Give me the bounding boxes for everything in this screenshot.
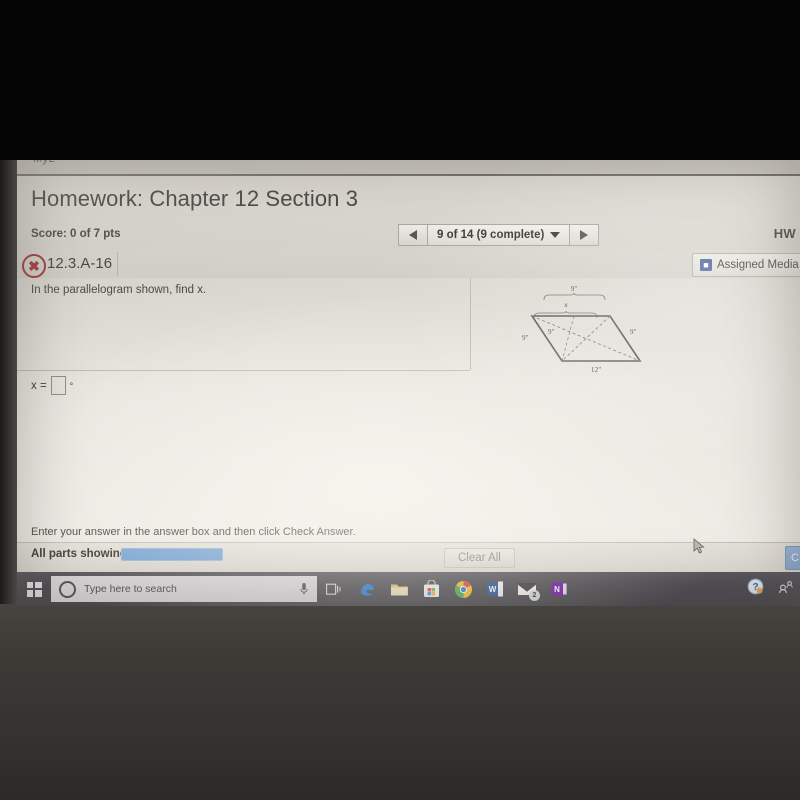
figure-label-interior: 9" — [548, 328, 555, 336]
svg-text:N: N — [554, 585, 560, 594]
help-icon[interactable]: ? — [747, 578, 764, 600]
figure-label-x: x — [563, 300, 568, 309]
figure-label-right: 9" — [630, 328, 637, 336]
microsoft-store-icon[interactable] — [415, 572, 447, 606]
check-answer-button[interactable]: C — [785, 546, 800, 570]
answer-line: x = ° — [31, 376, 73, 395]
parallelogram-svg: 9" x 9" 9" 9" 12" — [522, 285, 642, 374]
chevron-down-icon — [550, 232, 561, 238]
previous-question-button[interactable] — [398, 224, 428, 246]
share-people-icon[interactable] — [778, 580, 794, 599]
all-parts-label: All parts showing — [31, 548, 127, 560]
monitor-bezel-left — [0, 160, 17, 606]
mouse-cursor — [693, 538, 705, 554]
monitor-bezel-bottom — [0, 604, 800, 800]
system-tray: ? — [747, 572, 794, 606]
question-pager: 9 of 14 (9 complete) — [398, 224, 600, 246]
screen-content: MyL Homework: Chapter 12 Section 3 Score… — [17, 160, 800, 606]
answer-input[interactable] — [50, 376, 66, 395]
error-x-icon: ✖ — [22, 254, 46, 278]
edge-icon[interactable] — [351, 572, 383, 606]
hw-label: HW — [773, 226, 796, 241]
chrome-icon[interactable] — [447, 572, 479, 606]
triangle-left-icon — [409, 230, 417, 240]
start-button[interactable] — [17, 572, 51, 606]
horizontal-divider — [17, 370, 470, 371]
divider — [117, 252, 118, 276]
question-position-label: 9 of 14 (9 complete) — [437, 229, 545, 241]
photographed-screen: MyL Homework: Chapter 12 Section 3 Score… — [0, 0, 800, 800]
question-prompt: In the parallelogram shown, find x. — [31, 284, 207, 296]
windows-logo-icon — [26, 581, 42, 597]
instruction-text: Enter your answer in the answer box and … — [31, 526, 356, 538]
microphone-icon[interactable] — [299, 582, 309, 596]
svg-text:W: W — [489, 585, 497, 594]
search-input[interactable]: Type here to search — [84, 583, 291, 595]
search-box[interactable]: Type here to search — [51, 576, 317, 602]
task-view-icon[interactable] — [317, 572, 351, 606]
mail-badge: 2 — [529, 590, 540, 601]
windows-taskbar: Type here to search W 2 N ? — [17, 572, 800, 606]
file-explorer-icon[interactable] — [383, 572, 415, 606]
answer-label: x = — [31, 379, 47, 392]
figure-label-bottom: 12" — [591, 365, 602, 374]
page-title: Homework: Chapter 12 Section 3 — [31, 186, 359, 211]
triangle-right-icon — [580, 230, 589, 240]
figure-label-top: 9" — [571, 285, 578, 293]
diagonal-1 — [531, 315, 641, 362]
media-icon: ■ — [700, 259, 712, 271]
assigned-media-label: Assigned Media — [717, 259, 799, 271]
clear-all-button[interactable]: Clear All — [444, 548, 515, 568]
vertical-divider — [470, 278, 471, 370]
exercise-id-bar — [17, 250, 800, 279]
assigned-media-button[interactable]: ■ Assigned Media — [692, 253, 800, 277]
figure-label-left: 9" — [522, 334, 529, 342]
progress-bar — [121, 548, 223, 561]
diagonal-2 — [561, 315, 611, 362]
exercise-id: 12.3.A-16 — [47, 255, 113, 272]
brace-inner — [533, 310, 598, 319]
mail-icon[interactable]: 2 — [511, 572, 543, 606]
question-selector[interactable]: 9 of 14 (9 complete) — [428, 224, 570, 246]
onenote-icon[interactable]: N — [543, 572, 575, 606]
next-question-button[interactable] — [569, 224, 600, 246]
cut-off-tab-label: MyL — [33, 160, 55, 165]
cortana-circle-icon — [59, 580, 76, 598]
score-label: Score: 0 of 7 pts — [31, 228, 121, 240]
parallelogram-diagram: 9" x 9" 9" 9" 12" — [504, 282, 654, 374]
construction-line — [561, 315, 575, 362]
word-icon[interactable]: W — [479, 572, 511, 606]
brace-top — [543, 292, 606, 301]
cut-off-tab-strip: MyL — [17, 160, 800, 176]
answer-unit: ° — [69, 380, 74, 391]
question-work-area — [17, 278, 800, 556]
